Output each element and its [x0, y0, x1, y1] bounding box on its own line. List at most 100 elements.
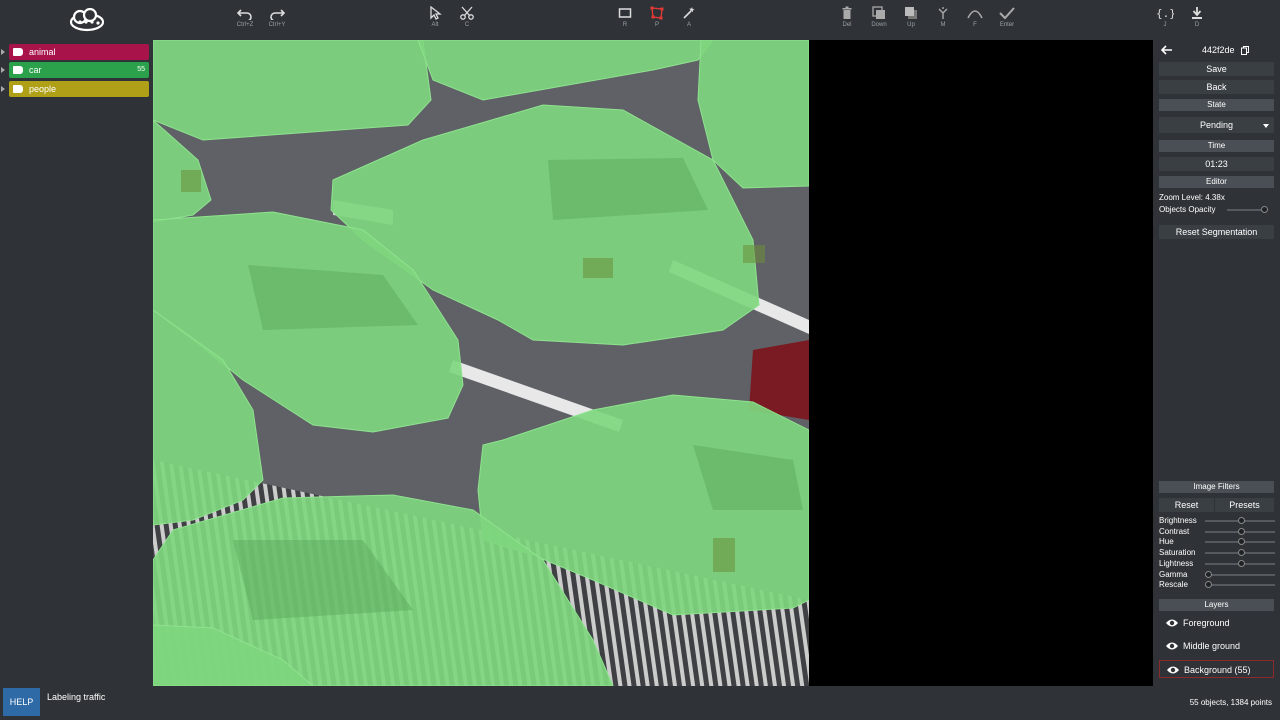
move-down-icon [872, 6, 885, 19]
back-button[interactable]: Back [1159, 80, 1274, 94]
filter-label: Hue [1159, 537, 1174, 547]
layer-label: Background (55) [1184, 665, 1251, 675]
download-button[interactable]: D [1180, 6, 1214, 36]
category-car[interactable]: car 55 [1, 62, 149, 78]
polygon-tool-button[interactable]: P [640, 6, 674, 36]
reset-segmentation-button[interactable]: Reset Segmentation [1159, 225, 1274, 239]
move-down-button[interactable]: Down [862, 6, 896, 36]
zoom-level-label: Zoom Level: 4.38x [1159, 193, 1225, 202]
task-name: Labeling traffic [47, 692, 106, 702]
select-tool-button[interactable]: Alt [418, 6, 452, 36]
car-mask [153, 40, 432, 141]
eye-icon[interactable] [1166, 665, 1180, 675]
filter-label: Lightness [1159, 558, 1194, 568]
slider-handle[interactable] [1238, 549, 1245, 557]
eye-icon[interactable] [1165, 641, 1179, 651]
layer-middle-ground[interactable]: Middle ground [1159, 637, 1274, 655]
slider-handle[interactable] [1238, 559, 1245, 567]
redo-icon [270, 9, 285, 20]
filter-label: Brightness [1159, 516, 1197, 525]
svg-text:{.}: {.} [1156, 7, 1174, 20]
scissors-icon [460, 6, 474, 20]
slider-handle[interactable] [1238, 517, 1245, 524]
expand-arrow-icon[interactable] [1, 86, 5, 92]
curve-button[interactable]: F [958, 6, 992, 36]
chevron-down-icon [1263, 124, 1269, 128]
polygon-icon [650, 6, 664, 20]
confirm-button[interactable]: Enter [990, 6, 1024, 36]
time-value: 01:23 [1159, 157, 1274, 171]
filter-slider[interactable] [1205, 517, 1275, 524]
category-panel: animal car 55 people [0, 40, 153, 686]
save-button[interactable]: Save [1159, 62, 1274, 76]
app-logo-icon [69, 8, 105, 32]
copy-icon[interactable] [1241, 46, 1249, 55]
image-id: 442f2de [1202, 45, 1235, 55]
json-button[interactable]: {.} J [1148, 6, 1182, 36]
help-button[interactable]: HELP [3, 688, 40, 716]
time-header: Time [1159, 140, 1274, 152]
merge-icon [938, 7, 948, 19]
state-select[interactable]: Pending [1159, 117, 1274, 133]
category-label: people [29, 84, 57, 94]
redo-button[interactable]: Ctrl+Y [260, 6, 294, 36]
undo-button[interactable]: Ctrl+Z [228, 6, 262, 36]
rectangle-icon [618, 8, 632, 18]
move-up-button[interactable]: Up [894, 6, 928, 36]
annotation-canvas[interactable] [153, 40, 1153, 686]
merge-button[interactable]: M [926, 6, 960, 36]
expand-arrow-icon[interactable] [1, 67, 5, 73]
filter-slider[interactable] [1205, 559, 1275, 567]
magic-wand-icon [683, 7, 695, 19]
json-icon: {.} [1156, 7, 1174, 20]
filter-slider[interactable] [1205, 570, 1275, 578]
state-header: State [1159, 99, 1274, 111]
annotated-image[interactable] [153, 40, 809, 686]
cursor-icon [430, 6, 442, 20]
state-value: Pending [1199, 120, 1234, 130]
trash-icon [842, 6, 852, 19]
sidebar-panel: 442f2de Save Back State Pending Time 01:… [1153, 40, 1280, 686]
filter-slider[interactable] [1205, 549, 1275, 557]
layer-label: Foreground [1183, 618, 1230, 628]
layer-foreground[interactable]: Foreground [1159, 614, 1274, 632]
object-summary: 55 objects, 1384 points [1189, 698, 1272, 707]
delete-button[interactable]: Del [830, 6, 864, 36]
category-people[interactable]: people [1, 81, 149, 97]
filter-label: Contrast [1159, 526, 1190, 536]
image-filters-header: Image Filters [1159, 481, 1274, 493]
tag-icon [13, 48, 23, 56]
arrow-left-icon[interactable] [1161, 45, 1173, 55]
filters-reset-button[interactable]: Reset [1159, 498, 1214, 512]
expand-arrow-icon[interactable] [1, 49, 5, 55]
slider-handle[interactable] [1238, 538, 1245, 546]
filter-label: Gamma [1159, 569, 1188, 579]
slider-handle[interactable] [1261, 206, 1268, 213]
slider-handle[interactable] [1238, 527, 1245, 535]
move-up-icon [905, 7, 917, 19]
download-icon [1192, 7, 1202, 19]
opacity-slider[interactable] [1227, 206, 1268, 213]
tag-icon [13, 66, 23, 74]
eye-icon[interactable] [1165, 618, 1179, 628]
filter-slider[interactable] [1205, 581, 1275, 589]
slider-handle[interactable] [1205, 581, 1212, 589]
filter-slider[interactable] [1205, 527, 1275, 535]
slider-handle[interactable] [1205, 570, 1212, 578]
category-label: animal [29, 47, 56, 57]
filter-label: Rescale [1159, 580, 1188, 590]
category-label: car [29, 65, 42, 75]
filter-slider[interactable] [1205, 538, 1275, 546]
filter-label: Saturation [1159, 548, 1196, 558]
editor-header: Editor [1159, 176, 1274, 188]
cut-tool-button[interactable]: C [450, 6, 484, 36]
filters-presets-button[interactable]: Presets [1215, 498, 1274, 512]
rectangle-tool-button[interactable]: R [608, 6, 642, 36]
tag-icon [13, 85, 23, 93]
category-animal[interactable]: animal [1, 44, 149, 60]
magic-wand-tool-button[interactable]: A [672, 6, 706, 36]
opacity-label: Objects Opacity [1159, 205, 1216, 214]
top-toolbar: Ctrl+Z Ctrl+Y Alt C R P A Del Down Up M [0, 0, 1280, 40]
layer-background[interactable]: Background (55) [1159, 660, 1274, 678]
check-icon [999, 7, 1015, 20]
